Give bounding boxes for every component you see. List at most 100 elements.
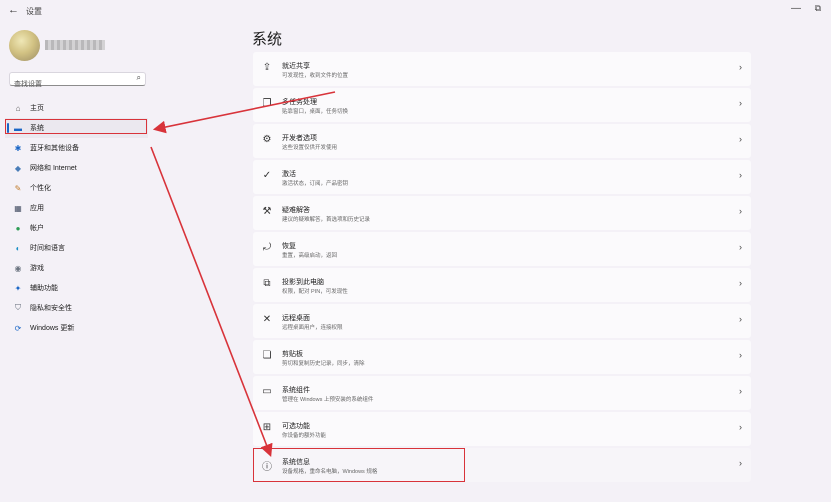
card-subtitle: 激活状态，订阅，产品密钥 [282,181,349,187]
card-title: 恢复 [282,243,296,250]
card-subtitle: 远程桌面用户，连接权限 [282,325,343,331]
maximize-button[interactable]: ⧉ [815,3,821,14]
settings-card-8[interactable]: ❏ 剪贴板 剪切和复制历史记录，同步，清除 › [253,340,751,374]
shield-icon: ⛉ [15,303,21,312]
settings-card-5[interactable]: ⤾ 恢复重置，高级启动，返回 › [253,232,751,266]
chevron-right-icon: › [739,242,742,252]
search-box[interactable]: ⌕ [9,72,146,91]
settings-card-6[interactable]: ⧉ 投影到此电脑权限，配对 PIN，可发现性 › [253,268,751,302]
card-title: 系统组件 [282,387,310,394]
card-subtitle: 建议的疑难解答，首选项和历史记录 [282,217,371,223]
sidebar-item-7[interactable]: ◐ 时间和语言 [5,238,148,258]
developer-icon: ⚙ [262,134,272,145]
chevron-right-icon: › [739,206,742,216]
chevron-right-icon: › [739,422,742,432]
card-title: 剪贴板 [282,351,303,358]
check-circle-icon: ✓ [262,170,272,181]
minimize-button[interactable]: — [791,3,801,14]
card-subtitle: 权限，配对 PIN，可发现性 [282,289,348,295]
sidebar-item-0[interactable]: ⌂ 主页 [5,98,148,118]
sidebar-item-6[interactable]: ● 帐户 [5,218,148,238]
chevron-right-icon: › [739,170,742,180]
highlight-box-system [5,119,147,134]
chevron-right-icon: › [739,98,742,108]
card-title: 多任务处理 [282,99,317,106]
sidebar-item-3[interactable]: ◆ 网络和 Internet [5,158,148,178]
bluetooth-icon: ✱ [14,143,22,153]
sidebar-item-label: Windows 更新 [30,325,75,332]
card-subtitle: 贴靠窗口，桌面，任务切换 [282,109,349,115]
sidebar-nav: ⌂ 主页 ▬ 系统 ✱ 蓝牙和其他设备 ◆ 网络和 Internet ✎ 个性化 ▦ 应用 ● 帐户 ◐ 时间… [5,98,148,338]
settings-card-3[interactable]: ✓ 激活激活状态，订阅，产品密钥 › [253,160,751,194]
sidebar-item-label: 个性化 [30,185,51,192]
sidebar-item-label: 隐私和安全性 [30,305,72,312]
accessibility-icon: ✦ [14,283,22,293]
settings-card-0[interactable]: ⇪ 就近共享可发现性，收到文件的位置 › [253,52,751,86]
components-icon: ▭ [262,386,272,397]
account-icon: ● [15,223,21,233]
card-subtitle: 管理在 Windows 上预安装的系统组件 [282,397,374,403]
sidebar-item-10[interactable]: ⛉ 隐私和安全性 [5,298,148,318]
user-name: •••••••• [45,40,105,50]
card-title: 激活 [282,171,296,178]
card-subtitle: 可发现性，收到文件的位置 [282,73,349,79]
settings-card-11[interactable]: ⓘ 系统信息 设备规格，重命名电脑，Windows 规格 › [253,448,751,482]
card-subtitle: 重置，高级启动，返回 [282,253,338,259]
settings-list: ⇪ 就近共享可发现性，收到文件的位置 › ❐ 多任务处理贴靠窗口，桌面，任务切换 › ⚙ 开发… [253,52,751,484]
brush-icon: ✎ [14,183,22,193]
share-icon: ⇪ [262,62,272,73]
chevron-right-icon: › [739,386,742,396]
app-title: 设置 [26,7,42,16]
settings-card-2[interactable]: ⚙ 开发者选项这些设置仅供开发使用 › [253,124,751,158]
multitask-icon: ❐ [262,98,272,109]
sidebar-item-label: 网络和 Internet [30,165,77,172]
sidebar-item-label: 游戏 [30,265,44,272]
sidebar-item-8[interactable]: ◉ 游戏 [5,258,148,278]
card-title: 远程桌面 [282,315,310,322]
card-subtitle: 这些设置仅供开发使用 [282,145,338,151]
card-title: 投影到此电脑 [282,279,324,286]
apps-icon: ▦ [14,203,22,213]
settings-card-7[interactable]: ✕ 远程桌面远程桌面用户，连接权限 › [253,304,751,338]
gamepad-icon: ◉ [14,263,22,273]
sidebar-item-5[interactable]: ▦ 应用 [5,198,148,218]
card-subtitle: 剪切和复制历史记录，同步，清除 [282,361,365,367]
settings-card-9[interactable]: ▭ 系统组件管理在 Windows 上预安装的系统组件 › [253,376,751,410]
back-arrow-icon[interactable]: ← [8,4,19,16]
wrench-icon: ⚒ [262,206,272,217]
search-input[interactable] [14,78,129,91]
chevron-right-icon: › [739,134,742,144]
title-bar: ← 设置 — ⧉ [0,0,831,22]
card-title: 可选功能 [282,423,310,430]
optional-features-icon: ⊞ [262,422,272,433]
sidebar-item-label: 蓝牙和其他设备 [30,145,79,152]
settings-card-1[interactable]: ❐ 多任务处理贴靠窗口，桌面，任务切换 › [253,88,751,122]
chevron-right-icon: › [739,314,742,324]
card-subtitle: 你设备的额外功能 [282,433,327,439]
avatar[interactable] [9,30,40,61]
card-title: 开发者选项 [282,135,317,142]
sidebar-item-label: 辅助功能 [30,285,58,292]
page-title: 系统 [252,31,283,48]
search-icon[interactable]: ⌕ [137,73,141,83]
sidebar-item-9[interactable]: ✦ 辅助功能 [5,278,148,298]
remote-icon: ✕ [262,314,272,325]
update-icon: ⟳ [14,323,22,333]
sidebar-item-label: 帐户 [30,225,44,232]
sidebar-item-2[interactable]: ✱ 蓝牙和其他设备 [5,138,148,158]
chevron-right-icon: › [739,278,742,288]
chevron-right-icon: › [739,458,742,468]
settings-card-4[interactable]: ⚒ 疑难解答建议的疑难解答，首选项和历史记录 › [253,196,751,230]
chevron-right-icon: › [739,350,742,360]
project-icon: ⧉ [263,278,271,289]
sidebar-item-4[interactable]: ✎ 个性化 [5,178,148,198]
card-title: 疑难解答 [282,207,310,214]
settings-card-10[interactable]: ⊞ 可选功能你设备的额外功能 › [253,412,751,446]
card-title: 就近共享 [282,63,310,70]
home-icon: ⌂ [15,103,21,113]
highlight-box-system-info [253,448,465,482]
chevron-right-icon: › [739,62,742,72]
recovery-icon: ⤾ [262,242,272,253]
wifi-icon: ◆ [14,163,22,173]
sidebar-item-11[interactable]: ⟳ Windows 更新 [5,318,148,338]
